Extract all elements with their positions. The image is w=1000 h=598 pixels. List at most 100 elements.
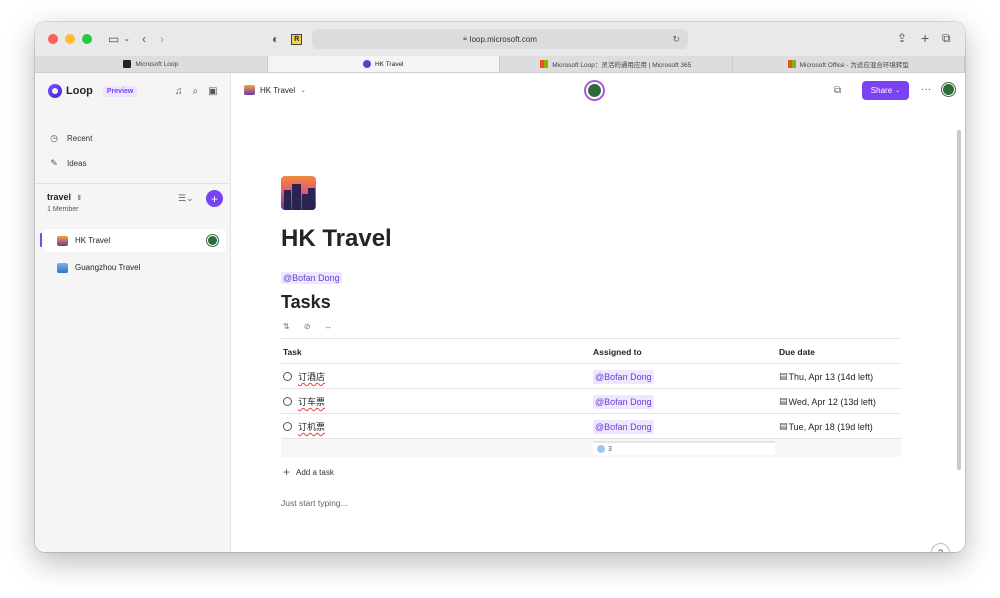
privacy-shield-icon[interactable]: ◐ [272, 33, 279, 45]
mention-tag[interactable]: @Bofan Dong [281, 272, 342, 284]
assignee-mention[interactable]: @Bofan Dong [593, 419, 654, 434]
assignee-mention[interactable]: @Bofan Dong [593, 394, 654, 409]
people-icon [597, 445, 605, 453]
city-emoji-icon [57, 262, 68, 273]
sidebar-toggle-icon[interactable]: ▭ [108, 33, 119, 45]
workspace-name[interactable]: travel ⇕ [47, 192, 82, 202]
task-name[interactable]: 订车票 [298, 395, 325, 408]
sidebar-tools: ♫ ⌕ ▣ [175, 86, 218, 97]
table-header-row: Task Assigned to Due date [281, 339, 901, 364]
url-text: loop.microsoft.com [469, 34, 537, 44]
new-tab-icon[interactable]: + [921, 31, 929, 45]
tab-overview-icon[interactable]: ⧉ [942, 32, 951, 44]
workspace-members: 1 Member [47, 206, 79, 213]
task-name[interactable]: 订机票 [298, 420, 325, 433]
ideas-icon: ✎ [50, 158, 58, 168]
plus-icon: + [283, 465, 291, 479]
reload-icon[interactable]: ↻ [672, 34, 680, 45]
sort-chevron-icon: ⇕ [76, 195, 83, 202]
avatar [207, 235, 218, 246]
table-summary-row: 3 [281, 439, 901, 457]
more-icon[interactable]: ··· [921, 84, 931, 95]
sidebar-item-recent[interactable]: ◷ Recent [49, 133, 92, 144]
table-row: 订车票 @Bofan Dong ▤ Wed, Apr 12 (13d left) [281, 389, 901, 414]
address-bar[interactable]: 🔒︎ loop.microsoft.com ↻ [312, 29, 688, 49]
microsoft-favicon-icon [787, 60, 796, 68]
add-page-button[interactable]: + [206, 190, 223, 207]
clock-icon: ◷ [50, 133, 58, 143]
city-emoji-icon[interactable] [281, 176, 316, 210]
sidebar-page-hk-travel[interactable]: HK Travel [43, 229, 226, 252]
scrollbar[interactable] [957, 130, 961, 470]
due-date[interactable]: Wed, Apr 12 (13d left) [789, 397, 876, 407]
avatar[interactable] [942, 83, 955, 96]
reader-extension-icon[interactable]: R [291, 33, 303, 45]
zoom-window-button[interactable] [82, 34, 92, 44]
preview-badge: Preview [102, 85, 138, 97]
tab-microsoft-loop[interactable]: Microsoft Loop [35, 56, 268, 72]
column-header-assigned[interactable]: Assigned to [593, 339, 775, 364]
chevron-down-icon: ⌄ [300, 87, 306, 94]
due-date[interactable]: Tue, Apr 18 (19d left) [789, 422, 873, 432]
tab-hk-travel[interactable]: HK Travel [267, 56, 500, 72]
calendar-icon: ▤ [779, 371, 788, 381]
panel-icon[interactable]: ▣ [208, 86, 217, 97]
calendar-icon: ▤ [779, 421, 788, 431]
tab-microsoft-office[interactable]: Microsoft Office - 为适应混合环境转型 [733, 56, 965, 72]
lock-icon: 🔒︎ [463, 35, 467, 42]
sidebar-item-ideas[interactable]: ✎ Ideas [49, 158, 86, 169]
window-controls [48, 34, 92, 44]
add-task-button[interactable]: + Add a task [283, 466, 334, 478]
plus-icon: + [210, 191, 218, 206]
task-table: Task Assigned to Due date 订酒店 @Bofan Don… [281, 338, 901, 457]
column-header-due[interactable]: Due date [779, 339, 901, 364]
due-date[interactable]: Thu, Apr 13 (14d left) [789, 372, 874, 382]
task-checkbox[interactable] [283, 422, 292, 431]
calendar-icon: ▤ [779, 396, 788, 406]
help-button[interactable]: ? [931, 543, 950, 552]
tab-bar: Microsoft Loop HK Travel Microsoft Loop：… [35, 56, 965, 73]
loop-logo-icon [48, 84, 62, 98]
section-heading[interactable]: Tasks [281, 292, 331, 313]
tab-loop-marketing[interactable]: Microsoft Loop：灵活的通用应用 | Microsoft 365 [500, 56, 733, 72]
copy-icon[interactable]: ⧉ [834, 85, 841, 96]
main-content: HK Travel ⌄ ⧉ Share ⌄ ··· HK Travel @Bof… [231, 73, 965, 552]
forward-arrow-icon[interactable]: › [160, 33, 164, 45]
sidebar-divider [35, 183, 231, 184]
column-header-task[interactable]: Task [283, 339, 588, 364]
hide-icon[interactable]: ⊘ [304, 322, 311, 331]
browser-window: ▭ ⌄ ‹ › ◐ R 🔒︎ loop.microsoft.com ↻ ⇪ + … [35, 22, 965, 552]
chevron-down-icon: ⌄ [895, 88, 901, 94]
chevron-down-icon[interactable]: ⌄ [123, 35, 130, 43]
share-button[interactable]: Share ⌄ [862, 81, 909, 100]
loop-favicon-icon [362, 60, 371, 68]
microsoft-favicon-icon [540, 60, 549, 68]
back-arrow-icon[interactable]: ‹ [142, 33, 146, 45]
close-window-button[interactable] [48, 34, 58, 44]
workspace-menu-icon[interactable]: ☰⌄ [178, 193, 194, 204]
share-icon[interactable]: ⇪ [897, 32, 907, 44]
breadcrumb[interactable]: HK Travel ⌄ [244, 85, 306, 95]
assignee-mention[interactable]: @Bofan Dong [593, 369, 654, 384]
notion-favicon-icon [123, 60, 132, 68]
table-row: 订酒店 @Bofan Dong ▤ Thu, Apr 13 (14d left) [281, 364, 901, 389]
editor-placeholder[interactable]: Just start typing... [281, 498, 348, 508]
task-checkbox[interactable] [283, 372, 292, 381]
minimize-window-button[interactable] [65, 34, 75, 44]
search-icon[interactable]: ⌕ [193, 86, 199, 97]
task-checkbox[interactable] [283, 397, 292, 406]
city-emoji-icon [244, 85, 255, 95]
expand-width-icon[interactable]: ↔ [324, 322, 332, 331]
avatar[interactable] [586, 82, 603, 99]
bell-icon[interactable]: ♫ [175, 86, 183, 97]
task-name[interactable]: 订酒店 [298, 370, 325, 383]
page-title[interactable]: HK Travel [281, 225, 392, 253]
browser-toolbar: ▭ ⌄ ‹ › ◐ R 🔒︎ loop.microsoft.com ↻ ⇪ + … [35, 22, 965, 56]
sort-icon[interactable]: ⇅ [283, 322, 290, 331]
assignee-count[interactable]: 3 [593, 441, 775, 455]
table-toolbar: ⇅ ⊘ ↔ [283, 322, 332, 331]
sidebar-page-guangzhou-travel[interactable]: Guangzhou Travel [43, 256, 226, 279]
sidebar: Loop Preview ♫ ⌕ ▣ ◷ Recent ✎ Ideas trav… [35, 73, 231, 552]
brand[interactable]: Loop Preview [48, 84, 138, 98]
help-icon: ? [938, 548, 943, 553]
